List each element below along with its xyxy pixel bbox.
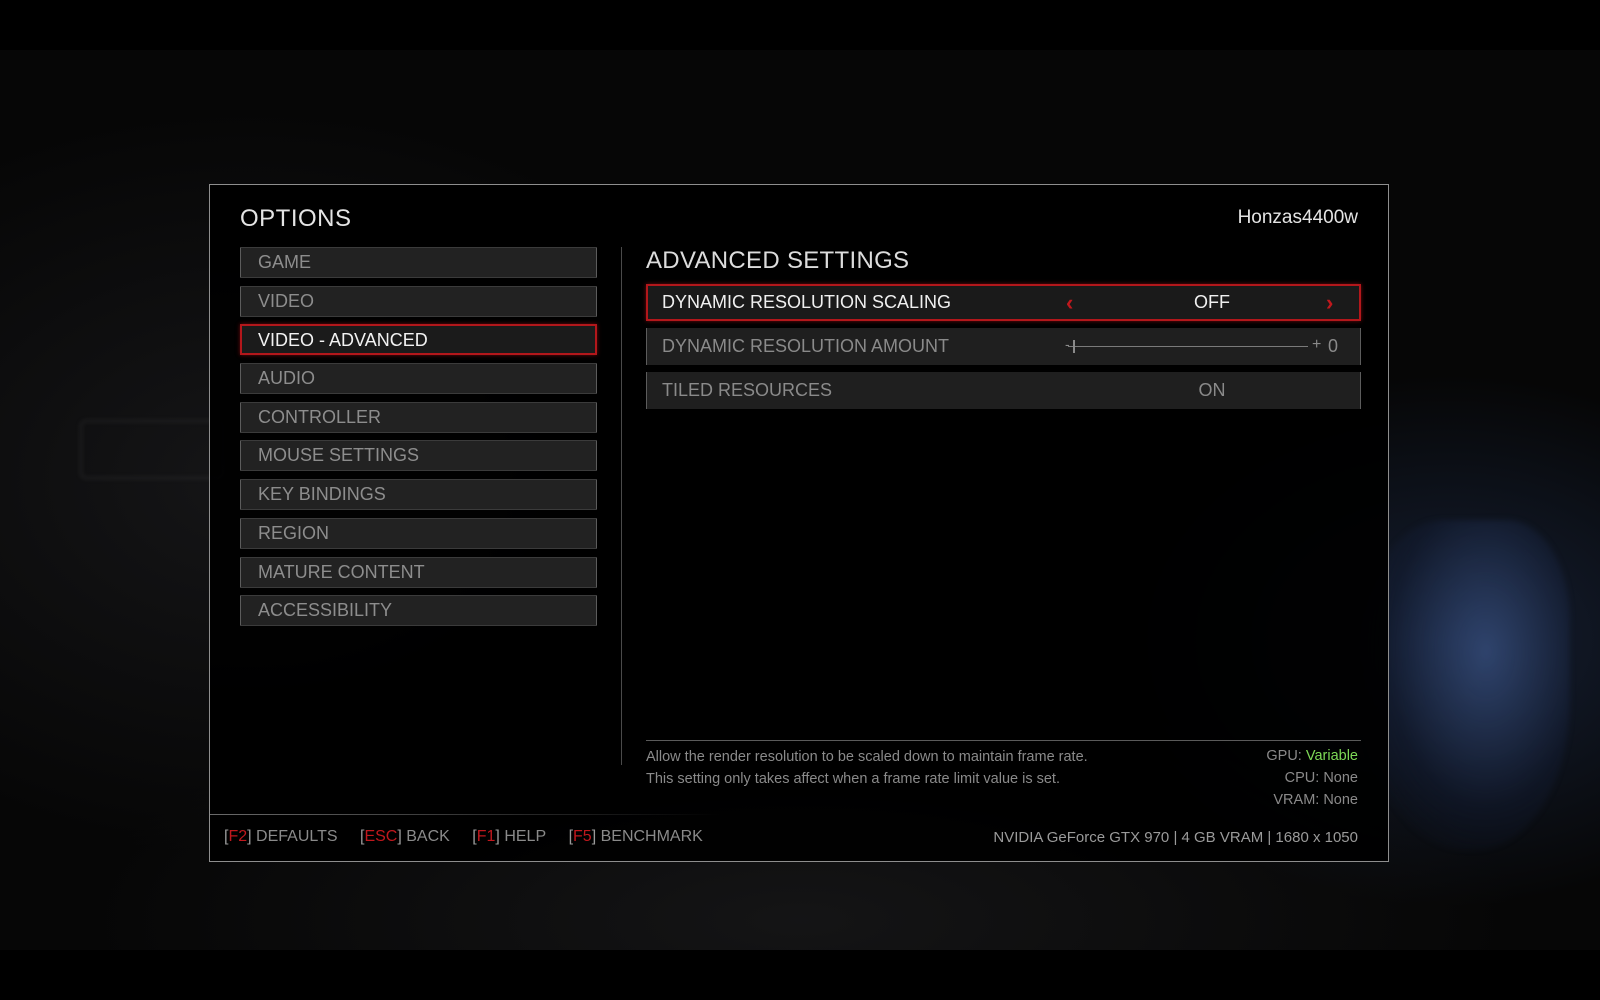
hardware-info: NVIDIA GeForce GTX 970 | 4 GB VRAM | 168…: [993, 829, 1358, 846]
key-cap: ESC: [364, 828, 398, 845]
menu-item-game[interactable]: GAME: [240, 247, 597, 278]
defaults-button[interactable]: [F2] DEFAULTS: [224, 828, 338, 846]
key-label: BACK: [406, 828, 450, 845]
game-screen: OPTIONS Honzas4400w GAME VIDEO VIDEO - A…: [0, 0, 1600, 1000]
key-label: DEFAULTS: [256, 828, 338, 845]
cpu-impact-label: CPU:: [1284, 770, 1320, 786]
slider-value: 0: [1328, 336, 1339, 356]
setting-dynamic-resolution-amount[interactable]: DYNAMIC RESOLUTION AMOUNT - + 0: [646, 328, 1361, 365]
chevron-left-icon[interactable]: ‹: [1066, 286, 1073, 319]
setting-label: DYNAMIC RESOLUTION SCALING: [662, 292, 952, 312]
benchmark-button[interactable]: [F5] BENCHMARK: [569, 828, 703, 846]
help-button[interactable]: [F1] HELP: [472, 828, 546, 846]
slider-handle[interactable]: [1073, 340, 1075, 353]
setting-value: OFF: [1194, 292, 1230, 312]
column-divider: [621, 247, 622, 765]
menu-item-video[interactable]: VIDEO: [240, 285, 597, 317]
key-cap: F2: [228, 828, 248, 845]
letterbox-top: [0, 0, 1600, 50]
back-button[interactable]: [ESC] BACK: [360, 828, 450, 846]
slider-plus-icon: +: [1312, 336, 1322, 353]
gpu-impact-value: Variable: [1305, 748, 1358, 764]
settings-list: DYNAMIC RESOLUTION SCALING ‹ OFF › DYNAM…: [646, 284, 1361, 416]
footer-key-hints: [F2] DEFAULTS [ESC] BACK [F1] HELP [F5] …: [224, 828, 721, 846]
setting-value: ON: [1198, 380, 1226, 400]
menu-item-region[interactable]: REGION: [240, 517, 597, 549]
chevron-right-icon[interactable]: ›: [1326, 286, 1333, 319]
menu-item-key-bindings[interactable]: KEY BINDINGS: [240, 479, 597, 511]
page-title: OPTIONS: [240, 205, 352, 232]
setting-label: TILED RESOURCES: [662, 380, 833, 400]
key-label: HELP: [504, 828, 547, 845]
gpu-impact-label: GPU:: [1266, 748, 1302, 764]
options-panel: OPTIONS Honzas4400w GAME VIDEO VIDEO - A…: [209, 184, 1389, 862]
description-line-2: This setting only takes affect when a fr…: [646, 771, 1060, 787]
background-helmet: [1360, 520, 1570, 850]
menu-item-controller[interactable]: CONTROLLER: [240, 401, 597, 433]
setting-tiled-resources[interactable]: TILED RESOURCES ON: [646, 372, 1361, 409]
vram-impact-value: None: [1323, 792, 1358, 808]
menu-item-video-advanced[interactable]: VIDEO - ADVANCED: [240, 324, 597, 356]
slider-track[interactable]: [1068, 346, 1308, 347]
footer-divider: [210, 814, 720, 815]
options-menu: GAME VIDEO VIDEO - ADVANCED AUDIO CONTRO…: [240, 247, 597, 634]
description-line-1: Allow the render resolution to be scaled…: [646, 749, 1088, 765]
description-divider: [646, 740, 1361, 741]
letterbox-bottom: [0, 950, 1600, 1000]
cpu-impact-value: None: [1323, 770, 1358, 786]
key-label: BENCHMARK: [600, 828, 703, 845]
key-cap: F1: [476, 828, 496, 845]
slider-minus-icon: -: [1065, 336, 1070, 352]
vram-impact-label: VRAM:: [1273, 792, 1320, 808]
menu-item-accessibility[interactable]: ACCESSIBILITY: [240, 595, 597, 627]
key-cap: F5: [573, 828, 592, 845]
background-panel: [80, 420, 224, 479]
section-title: ADVANCED SETTINGS: [646, 247, 910, 274]
setting-description: Allow the render resolution to be scaled…: [646, 746, 1166, 790]
setting-label: DYNAMIC RESOLUTION AMOUNT: [662, 336, 950, 356]
menu-item-mature-content[interactable]: MATURE CONTENT: [240, 556, 597, 588]
performance-impact: GPU: Variable CPU: None VRAM: None: [1266, 745, 1358, 811]
setting-dynamic-resolution-scaling[interactable]: DYNAMIC RESOLUTION SCALING ‹ OFF ›: [646, 284, 1361, 321]
menu-item-audio[interactable]: AUDIO: [240, 363, 597, 395]
username: Honzas4400w: [1237, 207, 1358, 228]
menu-item-mouse-settings[interactable]: MOUSE SETTINGS: [240, 440, 597, 472]
